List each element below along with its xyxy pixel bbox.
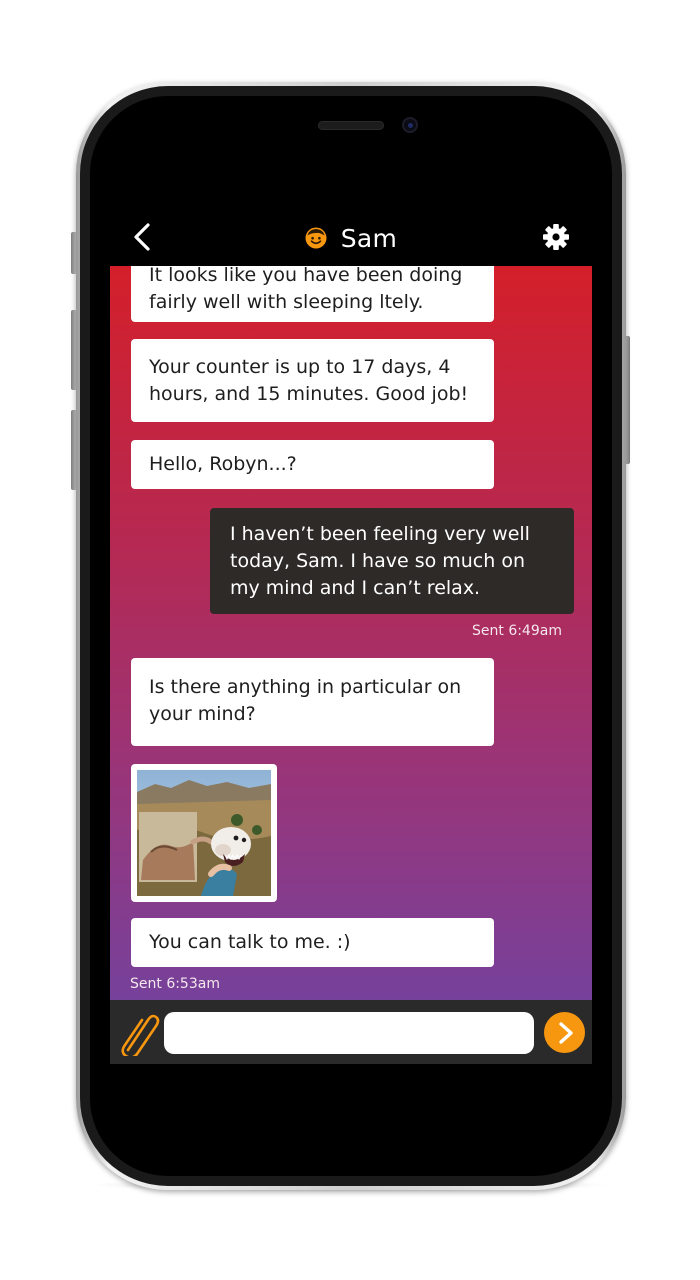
attach-button[interactable] — [118, 1010, 160, 1059]
chat-header: Sam — [110, 210, 592, 266]
meme-image — [137, 770, 271, 896]
message-line: my mind and I can’t relax. — [230, 577, 481, 599]
bot-message: Your counter is up to 17 days, 4 hours, … — [131, 339, 494, 422]
message-composer — [110, 1000, 592, 1064]
front-camera — [402, 117, 418, 133]
smiley-icon — [305, 227, 327, 249]
message-line: hours, and 15 minutes. Good job! — [149, 383, 469, 405]
message-line: You can talk to me. :) — [149, 931, 351, 953]
settings-button[interactable] — [542, 223, 570, 251]
user-message: I haven’t been feeling very well today, … — [210, 508, 574, 614]
message-line: fairly well with sleeping ltely. — [149, 291, 424, 313]
message-line: today, Sam. I have so much on — [230, 550, 526, 572]
bot-message: You can talk to me. :) — [131, 918, 494, 967]
chat-thread[interactable]: It looks like you have been doing fairly… — [110, 266, 592, 1000]
send-button[interactable] — [544, 1012, 585, 1053]
sent-timestamp: Sent 6:53am — [130, 976, 220, 992]
paperclip-icon — [121, 1014, 160, 1059]
home-indicator-area — [110, 1064, 592, 1104]
earpiece-speaker — [318, 121, 384, 130]
header-title: Sam — [110, 210, 592, 266]
sent-timestamp: Sent 6:49am — [472, 623, 562, 639]
gear-icon — [543, 224, 569, 250]
message-input[interactable] — [164, 1012, 534, 1054]
message-line: I haven’t been feeling very well — [230, 523, 530, 545]
message-line: your mind? — [149, 703, 256, 725]
bot-message: It looks like you have been doing fairly… — [131, 266, 494, 322]
message-line: Hello, Robyn...? — [149, 453, 297, 475]
bot-message: Hello, Robyn...? — [131, 440, 494, 489]
message-line: It looks like you have been doing — [149, 266, 463, 286]
message-line: Your counter is up to 17 days, 4 — [149, 356, 451, 378]
message-line: Is there anything in particular on — [149, 676, 462, 698]
contact-name: Sam — [340, 223, 398, 253]
chevron-right-icon — [558, 1021, 573, 1044]
bot-message: Is there anything in particular on your … — [131, 658, 494, 746]
image-message[interactable] — [131, 764, 277, 902]
